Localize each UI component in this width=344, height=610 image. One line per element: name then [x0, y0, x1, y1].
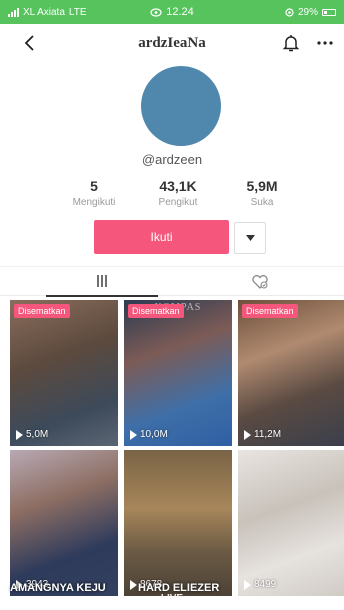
video-tile[interactable]: Disematkan 11,2M: [238, 300, 344, 446]
profile-tabs: [0, 266, 344, 297]
username: @ardzeen: [141, 152, 203, 167]
notification-button[interactable]: [280, 32, 302, 54]
stat-value: 5: [90, 178, 98, 194]
play-icon: [16, 429, 23, 440]
view-count-value: 8499: [254, 579, 277, 590]
video-tile[interactable]: 8499: [238, 450, 344, 596]
stat-value: 43,1K: [159, 178, 197, 194]
video-thumbnail: [238, 300, 344, 446]
battery-percent: 29%: [297, 6, 318, 18]
play-icon: [244, 579, 251, 590]
signal-icon: [8, 7, 19, 17]
stat-value: 5,9M: [246, 178, 278, 194]
network-label: LTE: [68, 6, 87, 18]
status-bar: XL Axiata LTE 12.24 29%: [0, 0, 344, 24]
chevron-left-icon: [24, 35, 34, 51]
stat-following[interactable]: 5 Mengikuti: [62, 178, 126, 208]
stat-likes[interactable]: 5,9M Suka: [230, 178, 294, 208]
battery-icon: [322, 8, 336, 16]
view-count: 8499: [244, 579, 276, 590]
view-count-value: 11,2M: [254, 429, 282, 440]
view-count: 5,0M: [16, 429, 48, 440]
view-count-value: 10,0M: [140, 429, 168, 440]
stat-followers[interactable]: 43,1K Pengikut: [146, 178, 210, 208]
status-right: 29%: [216, 7, 336, 18]
more-icon: [317, 41, 333, 45]
live-watermark: LIVE: [160, 593, 184, 604]
back-button[interactable]: [18, 32, 40, 54]
avatar[interactable]: [141, 66, 221, 146]
bell-icon: [282, 35, 300, 52]
suggested-accounts-button[interactable]: [234, 222, 266, 254]
video-tile[interactable]: 3943: [10, 450, 118, 596]
status-center: 12.24: [128, 6, 216, 18]
video-thumbnail: [124, 450, 232, 596]
status-time: 12.24: [166, 6, 194, 18]
status-left: XL Axiata LTE: [8, 7, 128, 18]
liked-heart-icon: [252, 275, 268, 289]
profile-header: ardzIeaNa: [0, 24, 344, 62]
video-thumbnail: [10, 450, 118, 596]
video-tile[interactable]: 8678: [124, 450, 232, 596]
play-icon: [244, 429, 251, 440]
video-tile[interactable]: Disematkan 5,0M: [10, 300, 118, 446]
video-tile[interactable]: KOMPAS Disematkan 10,0M: [124, 300, 232, 446]
pinned-badge: Disematkan: [242, 304, 298, 318]
data-saver-icon: [150, 7, 162, 17]
profile-stats: 5 Mengikuti 43,1K Pengikut 5,9M Suka: [62, 178, 294, 208]
video-thumbnail: [10, 300, 118, 446]
tab-videos[interactable]: [46, 267, 158, 297]
view-count-value: 5,0M: [26, 429, 49, 440]
stat-label: Mengikuti: [72, 197, 116, 208]
stat-label: Pengikut: [158, 197, 198, 208]
view-count: 10,0M: [130, 429, 168, 440]
grid-icon: [97, 275, 107, 287]
pinned-badge: Disematkan: [128, 304, 184, 318]
play-icon: [130, 429, 137, 440]
stat-label: Suka: [250, 197, 274, 208]
carrier-label: XL Axiata: [23, 6, 65, 18]
view-count: 11,2M: [244, 429, 281, 440]
caret-down-icon: [245, 235, 255, 241]
tab-liked[interactable]: [204, 267, 316, 297]
video-thumbnail: [238, 450, 344, 596]
pinned-badge: Disematkan: [14, 304, 70, 318]
follow-button[interactable]: Ikuti: [94, 220, 229, 254]
more-options-button[interactable]: [314, 32, 336, 54]
location-icon: [285, 7, 294, 17]
video-thumbnail: [124, 300, 232, 446]
play-icon: [130, 579, 137, 590]
